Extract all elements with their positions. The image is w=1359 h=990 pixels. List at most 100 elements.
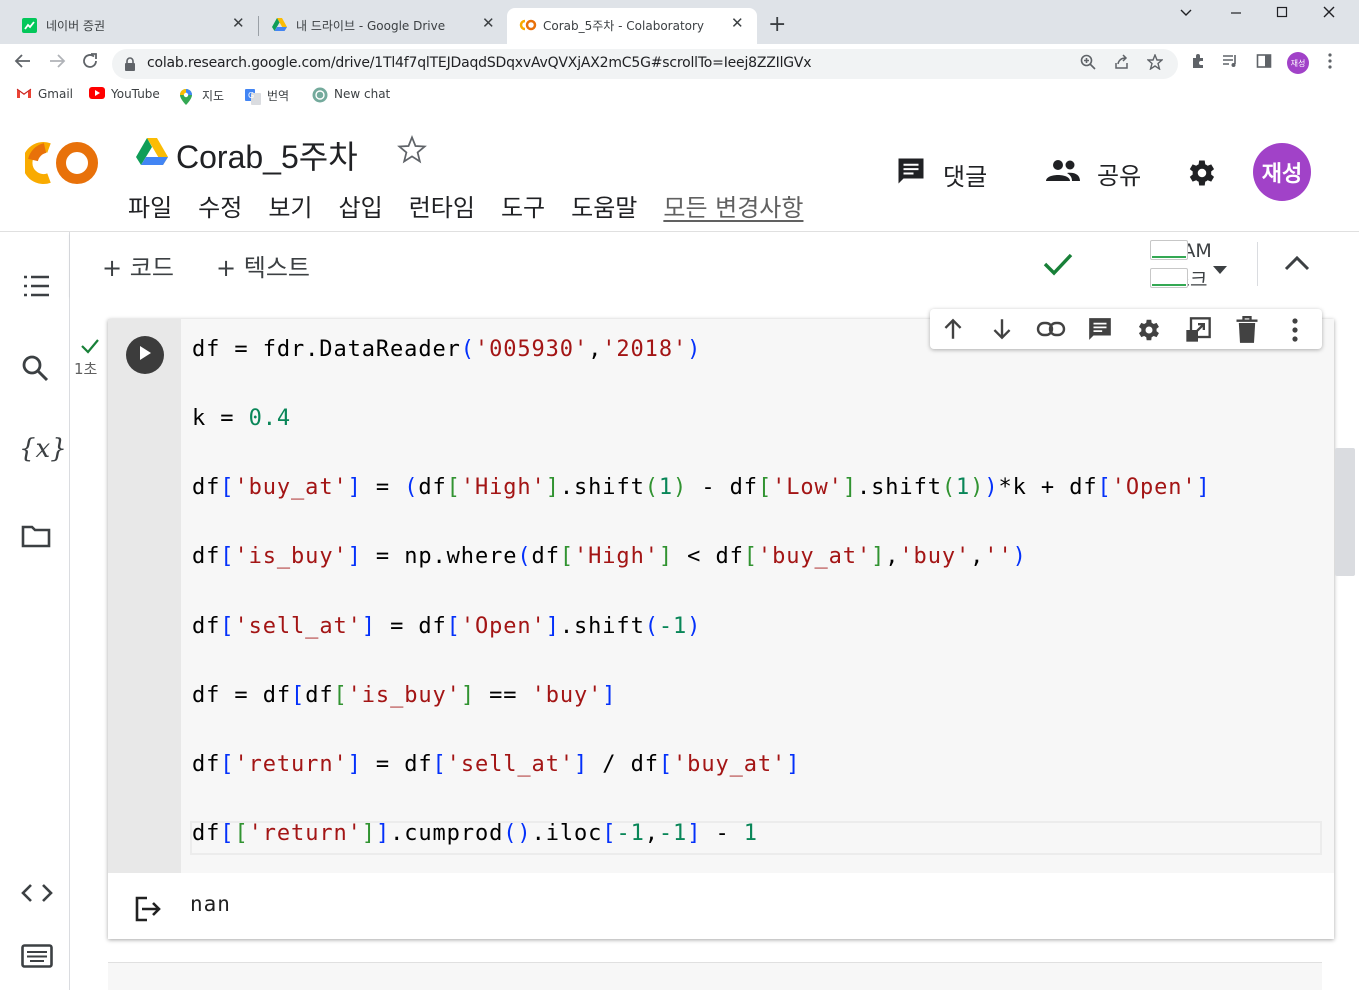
address-bar[interactable]: colab.research.google.com/drive/1Tl4f7ql…	[112, 49, 1178, 79]
bookmark-translate[interactable]: G 번역	[245, 87, 289, 105]
zoom-icon[interactable]	[1080, 54, 1096, 74]
code-line[interactable]: df['is_buy'] = np.where(df['High'] < df[…	[192, 544, 1027, 569]
code-token: [	[234, 821, 249, 846]
next-cell[interactable]	[108, 962, 1322, 990]
code-line[interactable]: k = 0.4	[192, 406, 291, 431]
move-up-icon[interactable]	[940, 316, 966, 346]
disk-meter[interactable]	[1150, 268, 1188, 288]
runtime-dropdown-icon[interactable]	[1212, 260, 1228, 279]
media-playlist-icon[interactable]	[1222, 53, 1240, 73]
mirror-cell-icon[interactable]	[1184, 316, 1212, 348]
code-token: [	[291, 683, 306, 708]
comment-icon[interactable]	[1086, 316, 1114, 346]
more-options-icon[interactable]	[1292, 318, 1298, 346]
code-token: *k + df	[998, 475, 1098, 500]
settings-gear-icon[interactable]	[1185, 156, 1219, 194]
code-token: )	[687, 614, 702, 639]
menu-file[interactable]: 파일	[128, 188, 172, 223]
code-token: = df	[361, 752, 433, 777]
colab-logo-icon[interactable]	[22, 140, 101, 190]
menu-view[interactable]: 보기	[268, 188, 312, 223]
scrollbar-thumb[interactable]	[1335, 448, 1355, 576]
code-snippets-icon[interactable]	[21, 882, 53, 908]
user-avatar[interactable]: 재성	[1253, 143, 1311, 201]
side-panel-icon[interactable]	[1256, 53, 1272, 73]
code-token: 'Open'	[460, 614, 546, 639]
code-token: )	[1012, 544, 1027, 569]
add-text-button[interactable]: + 텍스트	[216, 248, 310, 283]
code-editor[interactable]	[181, 319, 1334, 873]
table-of-contents-icon[interactable]	[21, 274, 51, 302]
code-token: [	[559, 544, 574, 569]
menu-insert[interactable]: 삽입	[339, 188, 383, 223]
code-token: 'sell_at'	[446, 752, 574, 777]
output-actions-icon[interactable]	[133, 895, 163, 927]
code-line[interactable]: df = fdr.DataReader('005930','2018')	[192, 337, 701, 362]
code-token: 'buy_at'	[673, 752, 787, 777]
bookmark-new-chat[interactable]: New chat	[312, 87, 390, 103]
code-line[interactable]: df['sell_at'] = df['Open'].shift(-1)	[192, 614, 701, 639]
url-text[interactable]: colab.research.google.com/drive/1Tl4f7ql…	[147, 55, 812, 71]
share-page-icon[interactable]	[1114, 54, 1130, 74]
code-token: -	[701, 821, 744, 846]
code-line[interactable]: df = df[df['is_buy'] == 'buy']	[192, 683, 616, 708]
move-down-icon[interactable]	[989, 316, 1015, 346]
bookmark-gmail[interactable]: Gmail	[16, 87, 73, 101]
bookmark-maps[interactable]: 지도	[180, 87, 224, 105]
code-line[interactable]: df['return'] = df['sell_at'] / df['buy_a…	[192, 752, 800, 777]
link-icon[interactable]	[1036, 318, 1066, 344]
bookmark-star-icon[interactable]	[1146, 53, 1164, 74]
gmail-icon	[16, 87, 32, 101]
code-token: .shift	[856, 475, 942, 500]
google-drive-icon[interactable]	[136, 138, 168, 170]
settings-icon[interactable]	[1135, 316, 1163, 348]
cell-toolbar	[930, 309, 1322, 349]
menu-bar: 파일 수정 보기 삽입 런타임 도구 도움말 모든 변경사항	[128, 188, 829, 223]
search-icon[interactable]	[21, 354, 49, 386]
menu-runtime[interactable]: 런타임	[409, 188, 475, 223]
bookmark-youtube[interactable]: YouTube	[89, 87, 160, 101]
reload-icon[interactable]	[81, 52, 99, 75]
minimize-window-icon[interactable]	[1230, 4, 1242, 22]
menu-edit[interactable]: 수정	[198, 188, 242, 223]
back-icon[interactable]	[14, 52, 32, 75]
add-code-button[interactable]: + 코드	[102, 248, 174, 283]
command-palette-icon[interactable]	[21, 944, 53, 972]
code-line[interactable]: df[['return']].cumprod().iloc[-1,-1] - 1	[192, 821, 758, 846]
variables-icon[interactable]: {x}	[19, 434, 67, 464]
all-changes-link[interactable]: 모든 변경사항	[663, 188, 803, 223]
chrome-menu-icon[interactable]	[1328, 53, 1332, 73]
close-tab-icon[interactable]: ✕	[232, 14, 245, 32]
close-window-icon[interactable]	[1323, 4, 1335, 22]
menu-tools[interactable]: 도구	[501, 188, 545, 223]
tab-naver-finance[interactable]: 네이버 증권 ✕	[0, 8, 256, 44]
folder-icon[interactable]	[21, 524, 51, 552]
notebook-title[interactable]: Corab_5주차	[176, 132, 358, 178]
code-token: ]	[573, 752, 589, 777]
run-cell-button[interactable]	[126, 336, 164, 374]
code-token: -1	[658, 821, 688, 846]
colab-header: Corab_5주차 파일 수정 보기 삽입 런타임 도구 도움말 모든 변경사항…	[0, 110, 1359, 232]
close-tab-icon[interactable]: ✕	[482, 14, 495, 32]
new-tab-icon[interactable]: +	[768, 12, 786, 37]
connected-check-icon[interactable]	[1043, 252, 1073, 280]
lock-icon[interactable]	[124, 56, 136, 75]
tab-search-chevron-icon[interactable]	[1180, 4, 1192, 22]
delete-icon[interactable]	[1235, 316, 1259, 348]
collapse-header-icon[interactable]	[1284, 254, 1310, 276]
share-button[interactable]: 공유	[1045, 156, 1141, 191]
close-tab-icon[interactable]: ✕	[731, 14, 744, 32]
ram-meter[interactable]	[1150, 240, 1188, 260]
profile-avatar[interactable]: 재성	[1287, 52, 1309, 74]
star-icon[interactable]	[396, 134, 428, 170]
menu-help[interactable]: 도움말	[571, 188, 637, 223]
code-line[interactable]: df['buy_at'] = (df['High'].shift(1) - df…	[192, 475, 1211, 500]
bookmark-label: Gmail	[38, 87, 74, 101]
code-token: [	[220, 544, 235, 569]
tab-google-drive[interactable]: 내 드라이브 - Google Drive ✕	[260, 8, 505, 44]
forward-icon[interactable]	[48, 52, 66, 75]
maximize-window-icon[interactable]	[1276, 4, 1288, 22]
comment-button[interactable]: 댓글	[895, 156, 987, 192]
tab-colab[interactable]: Corab_5주차 - Colaboratory ✕	[507, 8, 757, 44]
extensions-icon[interactable]	[1190, 53, 1206, 73]
